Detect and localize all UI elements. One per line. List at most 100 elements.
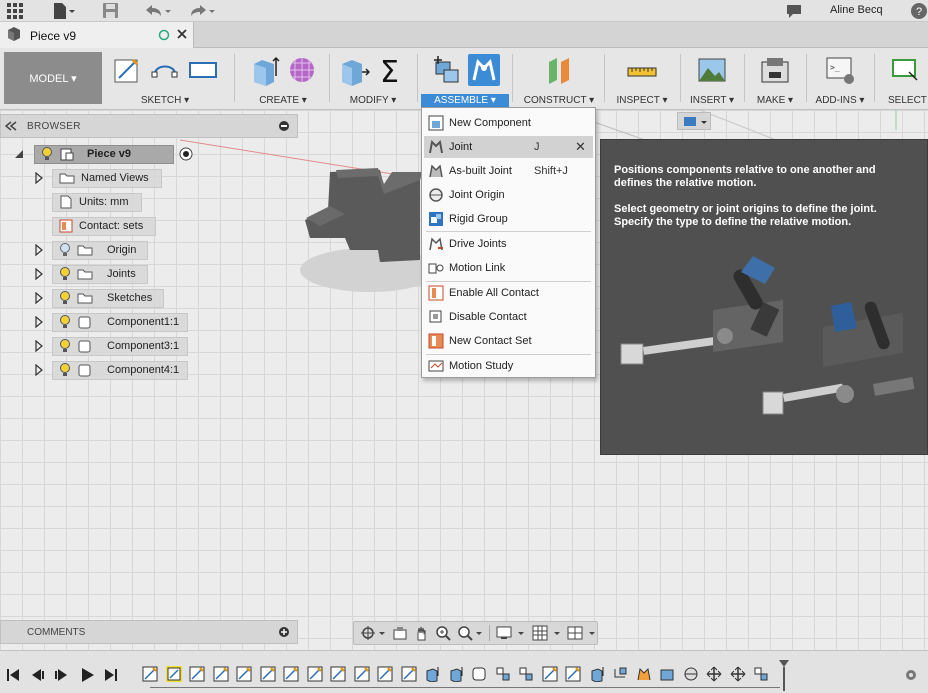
extrude-feature-icon[interactable] [424, 666, 440, 682]
origin-chip[interactable]: Origin [52, 240, 148, 260]
menu-item-as-built-joint[interactable]: As-built Joint Shift+J [424, 160, 593, 182]
sketches-chip[interactable]: Sketches [52, 288, 164, 308]
expand-triangle-icon[interactable] [34, 316, 44, 328]
sketch-feature-icon[interactable] [260, 666, 276, 682]
sketch-feature-icon[interactable] [565, 666, 581, 682]
rectangle-tool-icon[interactable] [187, 54, 219, 86]
inspect-group-label[interactable]: INSPECT ▾ [608, 95, 676, 106]
display-mode-icon[interactable] [496, 625, 526, 641]
component4-chip[interactable]: Component4:1 [52, 360, 188, 380]
extrude-feature-icon[interactable] [589, 666, 605, 682]
menu-item-new-component[interactable]: New Component [424, 112, 593, 134]
joint-feature-icon[interactable] [753, 666, 769, 682]
apps-grid-icon[interactable] [6, 1, 24, 21]
joint-icon[interactable] [468, 54, 500, 86]
form-icon[interactable] [286, 54, 318, 86]
offset-plane-icon[interactable] [543, 54, 575, 86]
construct-group[interactable]: CONSTRUCT ▾ [518, 50, 600, 108]
save-icon[interactable] [102, 1, 120, 21]
select-group-label[interactable]: SELECT [878, 95, 928, 106]
expand-triangle-icon[interactable] [34, 172, 44, 184]
extrude-icon[interactable] [248, 54, 280, 86]
root-component-chip[interactable]: Piece v9 [34, 144, 174, 164]
press-pull-icon[interactable] [338, 54, 370, 86]
comments-panel-header[interactable]: COMMENTS [0, 620, 298, 644]
visibility-bulb-icon[interactable] [59, 363, 71, 377]
modify-group[interactable]: Σ MODIFY ▾ [333, 50, 413, 108]
menu-item-rigid-group[interactable]: Rigid Group [424, 208, 593, 230]
notifications-icon[interactable] [785, 1, 803, 21]
named-views-chip[interactable]: Named Views [52, 168, 162, 188]
as-built-joint-feature-icon[interactable] [683, 666, 699, 682]
tree-row-joints[interactable]: Joints [34, 264, 148, 284]
add-ins-group-label[interactable]: ADD-INS ▾ [810, 95, 870, 106]
sketch-group[interactable]: SKETCH ▾ [106, 50, 224, 108]
redo-icon[interactable] [186, 1, 216, 21]
sketch-feature-icon[interactable] [330, 666, 346, 682]
close-tab-icon[interactable] [176, 28, 188, 40]
add-comment-icon[interactable] [278, 626, 290, 638]
add-ins-group[interactable]: >_ ADD-INS ▾ [810, 50, 870, 108]
scripts-addins-icon[interactable]: >_ [824, 54, 856, 86]
create-group-label[interactable]: CREATE ▾ [240, 95, 326, 106]
tree-row-sketches[interactable]: Sketches [34, 288, 164, 308]
insert-image-icon[interactable] [696, 54, 728, 86]
tree-row-units[interactable]: Units: mm [52, 192, 142, 212]
sketch-feature-icon[interactable] [283, 666, 299, 682]
visibility-bulb-icon[interactable] [41, 147, 53, 161]
model-part[interactable] [305, 168, 422, 262]
move-feature-icon[interactable] [706, 666, 722, 682]
orbit-icon[interactable] [360, 625, 386, 641]
construct-group-label[interactable]: CONSTRUCT ▾ [518, 95, 600, 106]
select-group[interactable]: SELECT [878, 50, 928, 108]
pan-hand-icon[interactable] [414, 625, 430, 641]
tree-row-named-views[interactable]: Named Views [34, 168, 162, 188]
menu-item-motion-study[interactable]: Motion Study [424, 355, 593, 377]
extrude-feature-icon[interactable] [448, 666, 464, 682]
contact-feature-icon[interactable] [612, 666, 628, 682]
sketch-feature-icon[interactable] [542, 666, 558, 682]
make-group[interactable]: MAKE ▾ [748, 50, 802, 108]
menu-item-joint-origin[interactable]: Joint Origin [424, 184, 593, 206]
visibility-bulb-off-icon[interactable] [59, 243, 71, 257]
file-menu-icon[interactable] [52, 1, 76, 21]
browser-minimize-icon[interactable] [278, 120, 290, 132]
tree-row-component3[interactable]: Component3:1 [34, 336, 188, 356]
undo-icon[interactable] [142, 1, 172, 21]
tree-root-row[interactable]: Piece v9 [14, 144, 194, 164]
component3-chip[interactable]: Component3:1 [52, 336, 188, 356]
expand-triangle-icon[interactable] [34, 268, 44, 280]
component1-chip[interactable]: Component1:1 [52, 312, 188, 332]
timeline-marker-icon[interactable] [778, 659, 790, 691]
3d-print-icon[interactable] [759, 54, 791, 86]
select-icon[interactable] [887, 54, 919, 86]
create-group[interactable]: CREATE ▾ [240, 50, 326, 108]
assemble-group[interactable]: ASSEMBLE ▾ [421, 50, 509, 108]
collapse-panel-icon[interactable] [5, 121, 17, 131]
tree-row-component4[interactable]: Component4:1 [34, 360, 188, 380]
document-tab[interactable]: Piece v9 [0, 22, 194, 48]
insert-group-label[interactable]: INSERT ▾ [684, 95, 740, 106]
close-icon[interactable]: ✕ [575, 139, 586, 155]
browser-panel-header[interactable]: BROWSER [0, 114, 298, 138]
tree-row-component1[interactable]: Component1:1 [34, 312, 188, 332]
help-icon[interactable]: ? [910, 1, 928, 21]
user-name[interactable]: Aline Becq [830, 4, 883, 16]
visibility-bulb-icon[interactable] [59, 291, 71, 305]
visibility-bulb-icon[interactable] [59, 315, 71, 329]
sketch-feature-icon[interactable] [236, 666, 252, 682]
box-feature-icon[interactable] [471, 666, 487, 682]
insert-group[interactable]: INSERT ▾ [684, 50, 740, 108]
collapse-triangle-icon[interactable] [14, 148, 24, 160]
contact-sets-chip[interactable]: Contact: sets [52, 216, 156, 236]
fit-zoom-icon[interactable] [457, 625, 483, 641]
sketch-feature-icon[interactable] [307, 666, 323, 682]
expand-triangle-icon[interactable] [34, 340, 44, 352]
create-sketch-icon[interactable] [111, 54, 143, 86]
menu-item-joint[interactable]: Joint J ✕ [424, 136, 593, 158]
sketch-feature-icon[interactable] [213, 666, 229, 682]
visibility-bulb-icon[interactable] [59, 267, 71, 281]
new-component-icon[interactable] [430, 54, 462, 86]
sketch-feature-icon[interactable] [377, 666, 393, 682]
menu-item-enable-all-contact[interactable]: Enable All Contact [424, 282, 593, 304]
